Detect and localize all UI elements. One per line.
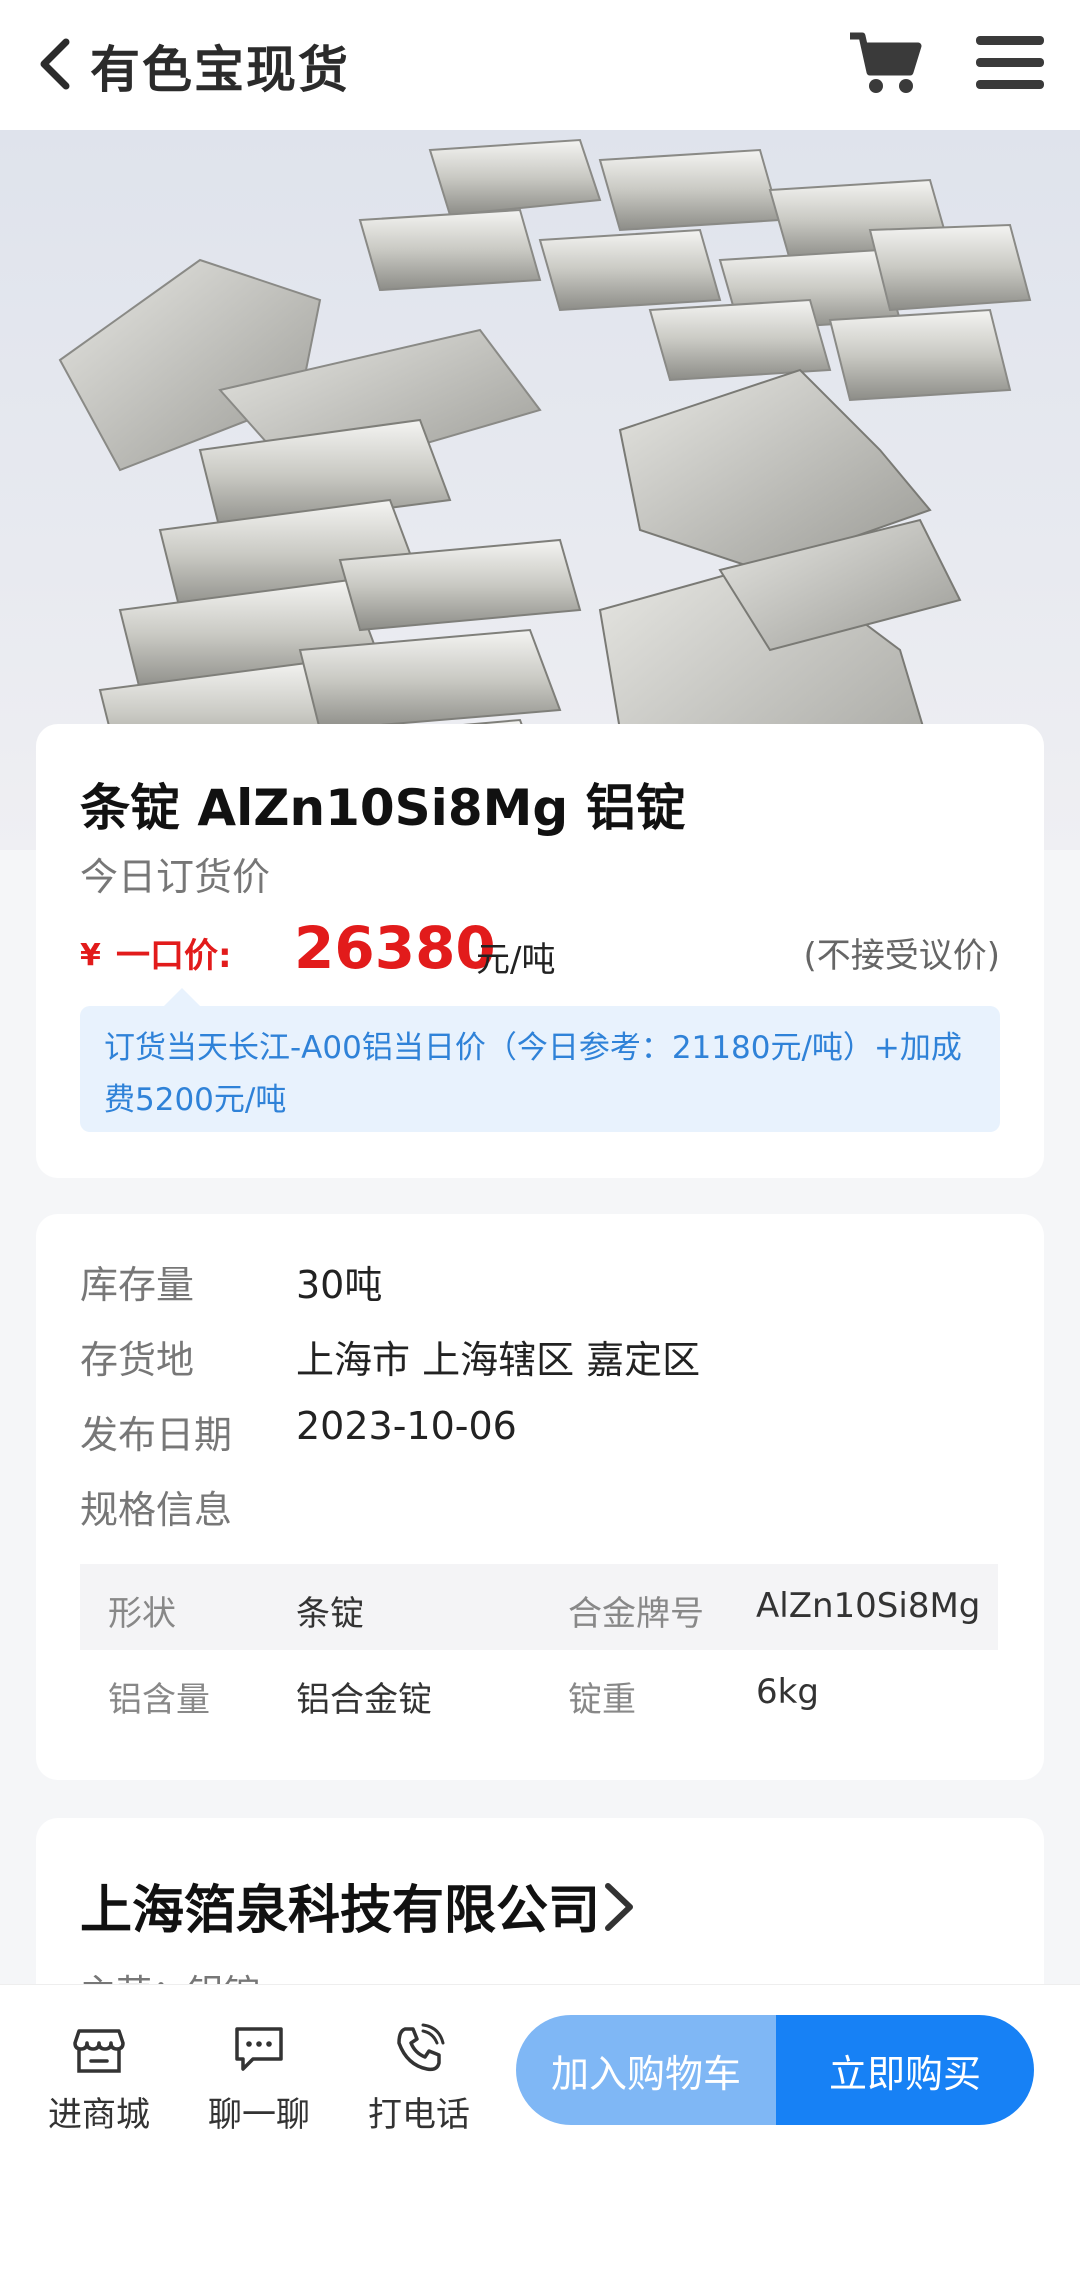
price-note: (不接受议价) [803, 936, 1000, 976]
price-row: ¥ 一口价: 26380 元/吨 (不接受议价) [80, 914, 1000, 984]
price-subtitle: 今日订货价 [80, 855, 271, 899]
nav-phone-label: 打电话 [368, 2095, 470, 2135]
nav-store-label: 进商城 [48, 2095, 150, 2135]
phone-icon [397, 2023, 445, 2072]
nav-store[interactable]: 进商城 [34, 2021, 164, 2136]
chevron-right-icon[interactable] [602, 1880, 636, 1934]
stock-label: 库存量 [80, 1263, 195, 1307]
bottom-safe-area [0, 2156, 1080, 2290]
spec-key: 铝含量 [108, 1680, 210, 1720]
nav-chat[interactable]: 聊一聊 [194, 2021, 324, 2136]
product-title: 条锭 AlZn10Si8Mg 铝锭 [80, 779, 686, 837]
formula-pointer [162, 988, 202, 1008]
buy-now-button[interactable]: 立即购买 [776, 2015, 1034, 2125]
spec-key: 合金牌号 [568, 1594, 704, 1634]
date-value: 2023-10-06 [296, 1404, 517, 1448]
location-label: 存货地 [80, 1338, 195, 1382]
top-bar: 有色宝现货 [0, 0, 1080, 130]
price-card: 条锭 AlZn10Si8Mg 铝锭 今日订货价 ¥ 一口价: 26380 元/吨… [36, 724, 1044, 1178]
cart-icon[interactable] [848, 30, 924, 96]
nav-phone[interactable]: 打电话 [354, 2021, 484, 2136]
date-label: 发布日期 [80, 1413, 233, 1457]
store-icon [73, 2029, 125, 2073]
menu-icon[interactable] [976, 34, 1044, 90]
table-row: 铝含量 铝合金锭 锭重 6kg [80, 1650, 998, 1736]
spec-value: 6kg [756, 1672, 819, 1712]
stock-value: 30吨 [296, 1263, 383, 1307]
currency-symbol: ¥ [80, 938, 101, 973]
chevron-left-icon[interactable] [34, 36, 74, 92]
spec-table: 形状 条锭 合金牌号 AlZn10Si8Mg 铝含量 铝合金锭 锭重 6kg [80, 1564, 998, 1736]
bottom-action-bar: 进商城 聊一聊 打电话 加入购物车 立即购买 [0, 1984, 1080, 2156]
company-name[interactable]: 上海箔泉科技有限公司 [80, 1868, 600, 1943]
price-formula: 订货当天长江-A00铝当日价（今日参考：21180元/吨）+加成费5200元/吨 [80, 1006, 1000, 1132]
spec-value: 铝合金锭 [296, 1680, 432, 1720]
spec-key: 形状 [108, 1594, 176, 1634]
location-value: 上海市 上海辖区 嘉定区 [296, 1338, 701, 1382]
spec-label: 规格信息 [80, 1488, 233, 1532]
nav-chat-label: 聊一聊 [208, 2095, 310, 2135]
chat-icon [235, 2027, 283, 2071]
page-title: 有色宝现货 [90, 41, 350, 99]
spec-value: AlZn10Si8Mg [756, 1586, 981, 1626]
info-card: 库存量 30吨 存货地 上海市 上海辖区 嘉定区 发布日期 2023-10-06… [36, 1214, 1044, 1780]
price-label: 一口价: [116, 936, 232, 976]
spec-key: 锭重 [568, 1680, 636, 1720]
spec-value: 条锭 [296, 1594, 364, 1634]
table-row: 形状 条锭 合金牌号 AlZn10Si8Mg [80, 1564, 998, 1650]
add-to-cart-button[interactable]: 加入购物车 [516, 2015, 776, 2125]
price-unit: 元/吨 [476, 940, 556, 980]
price-value: 26380 [294, 914, 496, 982]
